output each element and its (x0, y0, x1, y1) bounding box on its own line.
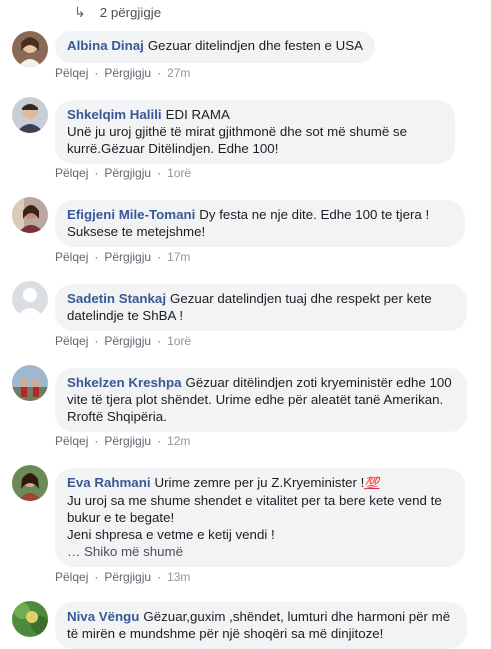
comment-text: Gezuar ditelindjen dhe festen e USA (147, 38, 363, 53)
comment-text: Jeni shpresa e vetme e ketij vendi ! (67, 527, 275, 542)
avatar[interactable] (12, 465, 48, 501)
comment-actions: Pëlqej · Përgjigju · 17m (55, 250, 191, 264)
comment-author[interactable]: Efigjeni Mile-Tomani (67, 207, 195, 222)
comment-bubble: Efigjeni Mile-Tomani Dy festa ne nje dite… (55, 200, 465, 247)
comment-author[interactable]: Niva Vëngu (67, 609, 139, 624)
comment-actions: Pëlqej · Përgjigju · 1orë (55, 334, 192, 348)
comment-bubble: Niva Vëngu Gëzuar,guxim ,shëndet, lumturi… (55, 602, 467, 649)
avatar[interactable] (12, 31, 48, 67)
comment-author[interactable]: Albina Dinaj (67, 38, 144, 53)
replies-count-label: 2 përgjigje (99, 4, 162, 20)
avatar[interactable] (12, 197, 48, 233)
reply-button[interactable]: Përgjigju (104, 166, 151, 180)
reply-button[interactable]: Përgjigju (104, 334, 151, 348)
reply-button[interactable]: Përgjigju (104, 570, 151, 584)
avatar[interactable] (12, 281, 48, 317)
comment-timestamp[interactable]: 17m (167, 250, 190, 264)
avatar[interactable] (12, 97, 48, 133)
avatar[interactable] (12, 601, 48, 637)
comment-timestamp[interactable]: 12m (167, 434, 190, 448)
comment-text: Urime zemre per ju Z.Kryeminister ! (154, 475, 365, 490)
reply-button[interactable]: Përgjigju (104, 250, 151, 264)
comment-author[interactable]: Sadetin Stankaj (67, 291, 166, 306)
comment-text-tag[interactable]: EDI RAMA (166, 107, 230, 122)
comment-author[interactable]: Shkelqim Halili (67, 107, 162, 122)
comment-bubble: Sadetin Stankaj Gezuar datelindjen tuaj d… (55, 284, 467, 331)
like-button[interactable]: Pëlqej (55, 66, 88, 80)
comment-text: Ju uroj sa me shume shendet e vitalitet … (67, 493, 442, 525)
like-button[interactable]: Pëlqej (55, 434, 88, 448)
comment-bubble: Eva Rahmani Urime zemre per ju Z.Kryemini… (55, 468, 465, 567)
avatar[interactable] (12, 365, 48, 401)
comment-actions: Pëlqej · Përgjigju · 13m (55, 570, 191, 584)
comment-author[interactable]: Shkelzen Kreshpa (67, 375, 182, 390)
comment-text: Unë ju uroj gjithë të mirat gjithmonë dh… (67, 124, 407, 156)
comment-actions: Pëlqej · Përgjigju · 27m (55, 66, 191, 80)
like-button[interactable]: Pëlqej (55, 250, 88, 264)
like-button[interactable]: Pëlqej (55, 570, 88, 584)
comment-actions: Pëlqej · Përgjigju · 1orë (55, 166, 192, 180)
see-more-link[interactable]: … Shiko më shumë (67, 544, 183, 559)
comment-timestamp[interactable]: 1orë (167, 334, 191, 348)
comment-author[interactable]: Eva Rahmani (67, 475, 151, 490)
hundred-points-emoji: 💯 (364, 476, 380, 490)
reply-button[interactable]: Përgjigju (104, 434, 151, 448)
comment-bubble: Shkelqim Halili EDI RAMA Unë ju uroj gjit… (55, 100, 455, 164)
reply-button[interactable]: Përgjigju (104, 66, 151, 80)
reply-arrow-icon: ↳ (74, 3, 86, 20)
comment-bubble: Shkelzen Kreshpa Gëzuar ditëlindjen zoti … (55, 368, 467, 432)
comment-bubble: Albina Dinaj Gezuar ditelindjen dhe feste… (55, 31, 375, 63)
comment-timestamp[interactable]: 27m (167, 66, 190, 80)
view-replies-link[interactable]: ↳ 2 përgjigje (74, 2, 161, 22)
comment-actions: Pëlqej · Përgjigju · 12m (55, 434, 191, 448)
like-button[interactable]: Pëlqej (55, 334, 88, 348)
comment-timestamp[interactable]: 13m (167, 570, 190, 584)
like-button[interactable]: Pëlqej (55, 166, 88, 180)
comment-timestamp[interactable]: 1orë (167, 166, 191, 180)
